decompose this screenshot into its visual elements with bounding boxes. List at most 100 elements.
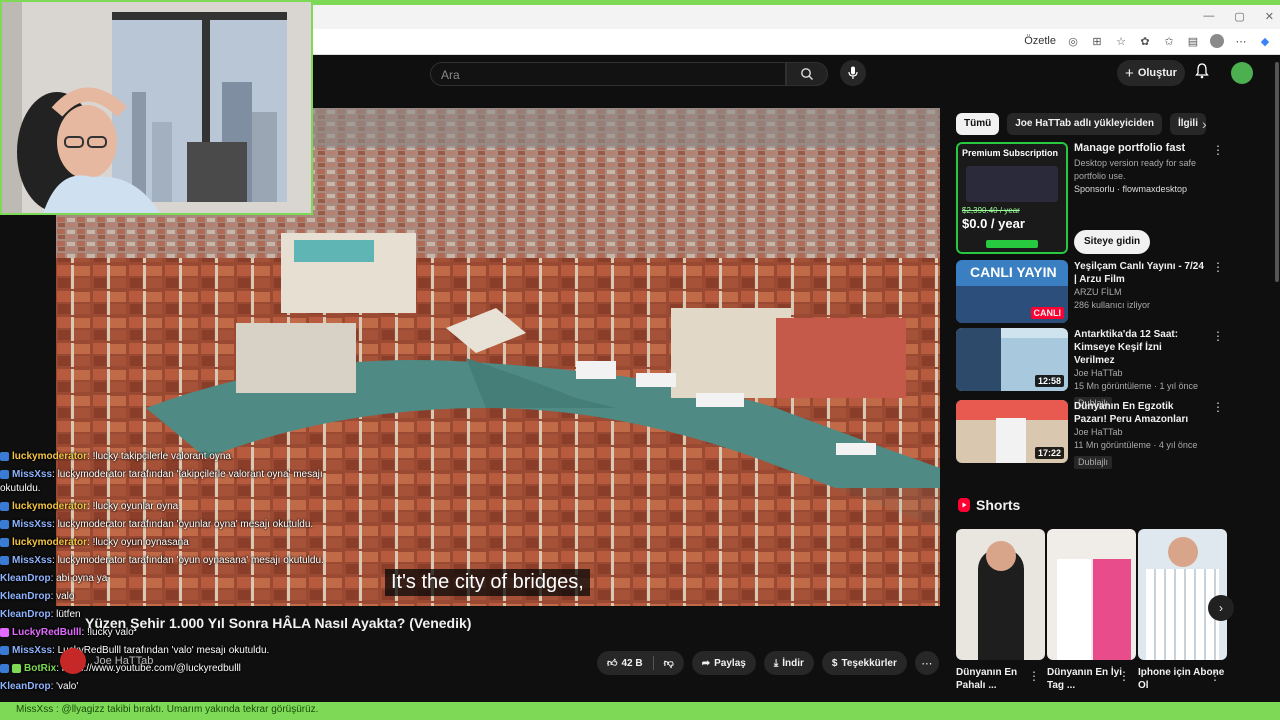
rec-thumbnail[interactable]: 17:22 — [956, 400, 1068, 463]
chat-username: MissXss — [12, 519, 53, 530]
more-actions-button[interactable]: ⋯ — [914, 651, 939, 675]
chat-message: MissXss: luckymoderator tarafından 'taki… — [0, 468, 350, 496]
more-vert-icon[interactable]: ⋮ — [1118, 669, 1130, 683]
download-button[interactable]: ⤓ İndir — [763, 651, 814, 675]
minimize-icon[interactable]: — — [1203, 10, 1214, 23]
search-placeholder: Ara — [441, 68, 460, 82]
short-thumbnail[interactable] — [1138, 529, 1227, 660]
scrollbar-thumb[interactable] — [1275, 62, 1279, 282]
create-button[interactable]: + Oluştur — [1117, 60, 1185, 86]
copilot-icon[interactable]: ◆ — [1258, 34, 1272, 48]
mod-badge-icon — [0, 555, 9, 565]
shorts-row: Dünyanın En Pahalı ... Dünyanın En İyi T… — [956, 529, 1227, 692]
rec-info: Antarktika'da 12 Saat: Kimseye Keşif İzn… — [1074, 328, 1204, 411]
summarize-button[interactable]: Özetle — [1024, 35, 1056, 47]
visit-site-button[interactable]: Siteye gidin — [1074, 230, 1151, 254]
short-item[interactable]: Dünyanın En Pahalı ... — [956, 529, 1045, 692]
rec-title[interactable]: Yeşilçam Canlı Yayını - 7/24 | Arzu Film — [1074, 260, 1204, 286]
chat-message: BotRix: https://www.youtube.com/@luckyre… — [0, 660, 360, 678]
channel-avatar[interactable] — [60, 648, 86, 674]
thumbs-up-icon: 👍︎ — [607, 658, 618, 669]
thanks-label: Teşekkürler — [841, 657, 897, 669]
chat-username: KleanDrop — [0, 681, 51, 692]
close-icon[interactable]: ✕ — [1265, 10, 1274, 23]
split-screen-icon[interactable]: ▤ — [1186, 34, 1200, 48]
rec-thumbnail[interactable]: CANLI YAYIN CANLI — [956, 260, 1068, 323]
video-subtitle: It's the city of bridges, — [385, 569, 590, 596]
apps-icon[interactable]: ⊞ — [1090, 34, 1104, 48]
translate-icon[interactable]: ◎ — [1066, 34, 1080, 48]
ad-title[interactable]: Manage portfolio fast — [1074, 142, 1214, 155]
rec-channel[interactable]: Joe HaTTab — [1074, 367, 1204, 380]
webcam-overlay — [0, 0, 313, 215]
more-horizontal-icon: ⋯ — [921, 657, 933, 670]
window-controls: — ▢ ✕ — [1203, 10, 1274, 23]
mod-badge-icon — [0, 645, 9, 655]
share-button[interactable]: ➦ Paylaş — [691, 651, 756, 675]
more-vert-icon[interactable]: ⋮ — [1212, 329, 1224, 343]
extensions-icon[interactable]: ✿ — [1138, 34, 1152, 48]
chat-message: MissXss: luckymoderator tarafından 'oyun… — [0, 552, 360, 570]
recommendation-item[interactable]: 12:58 Antarktika'da 12 Saat: Kimseye Keş… — [956, 328, 1204, 411]
more-vert-icon[interactable]: ⋮ — [1212, 260, 1224, 274]
recommendation-item[interactable]: 17:22 Dünyanın En Egzotik Pazarı! Peru A… — [956, 400, 1204, 470]
ad-thumbnail[interactable]: Premium Subscription $2,390.40 / year $0… — [956, 142, 1068, 254]
like-button[interactable]: 👍︎ 42 B 👎︎ — [597, 651, 684, 675]
chat-text: : luckymoderator tarafından 'oyunlar oyn… — [52, 519, 314, 530]
chat-username: KleanDrop — [0, 591, 51, 602]
chip-from-uploader[interactable]: Joe HaTTab adlı yükleyiciden — [1007, 113, 1162, 135]
chat-username: luckymoderator — [12, 537, 88, 548]
browser-profile-avatar[interactable] — [1210, 34, 1224, 48]
short-thumb-person-left — [1057, 559, 1091, 660]
collections-icon[interactable]: ✩ — [1162, 34, 1176, 48]
rec-title[interactable]: Antarktika'da 12 Saat: Kimseye Keşif İzn… — [1074, 328, 1204, 367]
chip-all[interactable]: Tümü — [956, 113, 1000, 135]
rec-meta: 11 Mn görüntüleme · 4 yıl önce — [1074, 440, 1198, 450]
maximize-icon[interactable]: ▢ — [1234, 10, 1244, 23]
more-menu-icon[interactable]: ⋯ — [1234, 34, 1248, 48]
thumbs-down-icon[interactable]: 👎︎ — [664, 657, 674, 669]
rec-title[interactable]: Dünyanın En Egzotik Pazarı! Peru Amazonl… — [1074, 400, 1204, 426]
short-thumbnail[interactable] — [1047, 529, 1136, 660]
search-input[interactable]: Ara — [430, 62, 786, 86]
chat-username: MissXss — [12, 469, 53, 480]
like-count: 42 B — [621, 657, 643, 669]
video-actions: 👍︎ 42 B 👎︎ ➦ Paylaş ⤓ İndir $ Teşekkürle… — [597, 651, 939, 675]
chat-username: BotRix — [24, 663, 57, 674]
channel-name[interactable]: Joe HaTTab — [94, 655, 153, 667]
user-avatar[interactable] — [1231, 62, 1253, 84]
short-thumbnail[interactable] — [956, 529, 1045, 660]
more-vert-icon[interactable]: ⋮ — [1212, 400, 1224, 414]
thanks-button[interactable]: $ Teşekkürler — [821, 651, 907, 675]
rec-channel[interactable]: ARZU FİLM — [1074, 286, 1204, 299]
chevron-right-icon: › — [1219, 601, 1223, 615]
recommendation-item[interactable]: CANLI YAYIN CANLI Yeşilçam Canlı Yayını … — [956, 260, 1204, 323]
chat-message: luckymoderator: !lucky oyunlar oyna — [0, 498, 360, 516]
short-item[interactable]: Dünyanın En İyi Tag ... — [1047, 529, 1136, 692]
search-button[interactable] — [786, 62, 828, 86]
more-vert-icon[interactable]: ⋮ — [1212, 143, 1224, 157]
rec-thumbnail[interactable]: 12:58 — [956, 328, 1068, 391]
chat-message: MissXss: LuckyRedBulll tarafından 'valo'… — [0, 642, 360, 660]
video-duration: 12:58 — [1034, 375, 1064, 387]
chat-message: luckymoderator: !lucky takipçilerle valo… — [0, 448, 360, 466]
more-vert-icon[interactable]: ⋮ — [1028, 669, 1040, 683]
voice-search-button[interactable] — [840, 60, 866, 86]
notifications-bell-icon[interactable] — [1195, 63, 1209, 82]
more-vert-icon[interactable]: ⋮ — [1209, 669, 1221, 683]
verified-badge-icon — [12, 663, 21, 673]
shorts-next-button[interactable]: › — [1208, 595, 1234, 621]
chip-related[interactable]: İlgili — [1169, 113, 1206, 135]
chat-username: luckymoderator — [12, 451, 88, 462]
favorite-star-icon[interactable]: ☆ — [1114, 34, 1128, 48]
chat-username: KleanDrop — [0, 573, 51, 584]
rec-channel[interactable]: Joe HaTTab — [1074, 426, 1204, 439]
plus-icon: + — [1125, 64, 1134, 82]
mod-badge-icon — [0, 519, 9, 529]
share-label: Paylaş — [714, 657, 746, 669]
shorts-header: Shorts — [958, 497, 1020, 513]
chevron-right-icon[interactable]: › — [1202, 116, 1207, 132]
dubbed-badge: Dublajlı — [1074, 456, 1113, 469]
ticker-text: MissXss : @llyagizz takibi bıraktı. Umar… — [16, 704, 319, 715]
download-label: İndir — [782, 657, 804, 669]
